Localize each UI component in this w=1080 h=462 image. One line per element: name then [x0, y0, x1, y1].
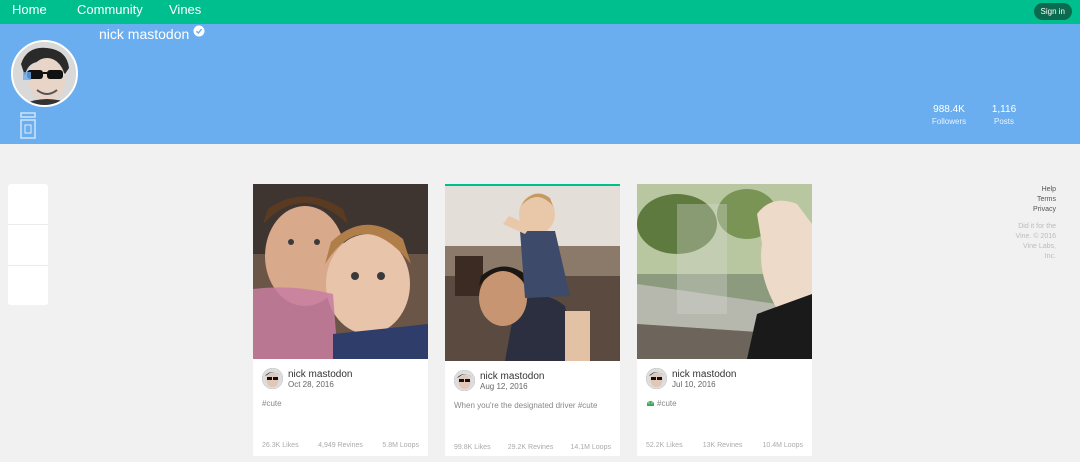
nav-vines-link[interactable]: Vines: [169, 2, 201, 17]
post-card[interactable]: nick mastodon Jul 10, 2016 #cute 52.2K L…: [637, 184, 812, 456]
post-author-avatar[interactable]: [646, 368, 667, 389]
sign-in-button[interactable]: Sign in: [1033, 3, 1072, 20]
panel-divider: [8, 265, 48, 266]
vine-logo-icon: [20, 112, 36, 140]
posts-stat[interactable]: 1,116 Posts: [988, 104, 1020, 126]
post-card[interactable]: nick mastodon Oct 28, 2016 #cute 26.3K L…: [253, 184, 428, 456]
followers-label: Followers: [931, 117, 967, 126]
profile-avatar[interactable]: [11, 40, 78, 107]
help-link[interactable]: Help: [1033, 185, 1056, 195]
post-date: Aug 12, 2016: [480, 382, 528, 391]
terms-link[interactable]: Terms: [1033, 195, 1056, 205]
nav-home-link[interactable]: Home: [12, 2, 47, 17]
post-author-avatar[interactable]: [454, 370, 475, 391]
followers-stat[interactable]: 988.4K Followers: [928, 104, 970, 126]
sidebar-links: Help Terms Privacy: [1033, 185, 1056, 215]
post-card[interactable]: nick mastodon Aug 12, 2016 When you're t…: [445, 184, 620, 456]
post-likes: 99.8K Likes: [454, 444, 491, 451]
profile-banner: nick mastodon 988.4K Followers 1,116 Pos…: [0, 24, 1080, 144]
post-stats: 26.3K Likes 4,949 Revines 5.8M Loops: [262, 442, 419, 449]
verified-badge-icon: [193, 24, 205, 37]
posts-label: Posts: [993, 117, 1014, 126]
post-thumbnail[interactable]: [637, 184, 812, 359]
posts-count: 1,116: [991, 104, 1017, 115]
post-loops: 5.8M Loops: [382, 442, 419, 449]
post-caption[interactable]: When you're the designated driver #cute: [454, 401, 597, 410]
post-loops: 14.1M Loops: [570, 444, 611, 451]
panel-divider: [8, 224, 48, 225]
followers-count: 988.4K: [933, 104, 965, 115]
post-author-name[interactable]: nick mastodon: [288, 369, 352, 380]
post-author-name[interactable]: nick mastodon: [672, 369, 736, 380]
android-emoji-icon: [646, 399, 655, 407]
post-revines: 29.2K Revines: [507, 444, 554, 451]
post-revines: 13K Revines: [702, 442, 743, 449]
post-revines: 4,949 Revines: [318, 442, 363, 449]
post-loops: 10.4M Loops: [762, 442, 803, 449]
post-stats: 99.8K Likes 29.2K Revines 14.1M Loops: [454, 444, 611, 451]
post-author-name[interactable]: nick mastodon: [480, 371, 544, 382]
post-caption[interactable]: #cute: [646, 399, 677, 408]
profile-name: nick mastodon: [99, 24, 205, 42]
copyright-text: Did it for the Vine. © 2016 Vine Labs, I…: [1015, 223, 1056, 260]
post-date: Oct 28, 2016: [288, 380, 334, 389]
post-likes: 52.2K Likes: [646, 442, 683, 449]
nav-community-link[interactable]: Community: [77, 2, 143, 17]
post-author-avatar[interactable]: [262, 368, 283, 389]
left-side-panel: [8, 184, 48, 305]
post-thumbnail[interactable]: [445, 186, 620, 361]
post-stats: 52.2K Likes 13K Revines 10.4M Loops: [646, 442, 803, 449]
profile-name-text: nick mastodon: [99, 26, 190, 42]
post-thumbnail[interactable]: [253, 184, 428, 359]
privacy-link[interactable]: Privacy: [1033, 205, 1056, 215]
post-likes: 26.3K Likes: [262, 442, 299, 449]
post-caption[interactable]: #cute: [262, 399, 282, 408]
post-date: Jul 10, 2016: [672, 380, 716, 389]
post-caption-text: #cute: [657, 399, 677, 408]
top-navbar: Home Community Vines Sign in: [0, 0, 1080, 24]
